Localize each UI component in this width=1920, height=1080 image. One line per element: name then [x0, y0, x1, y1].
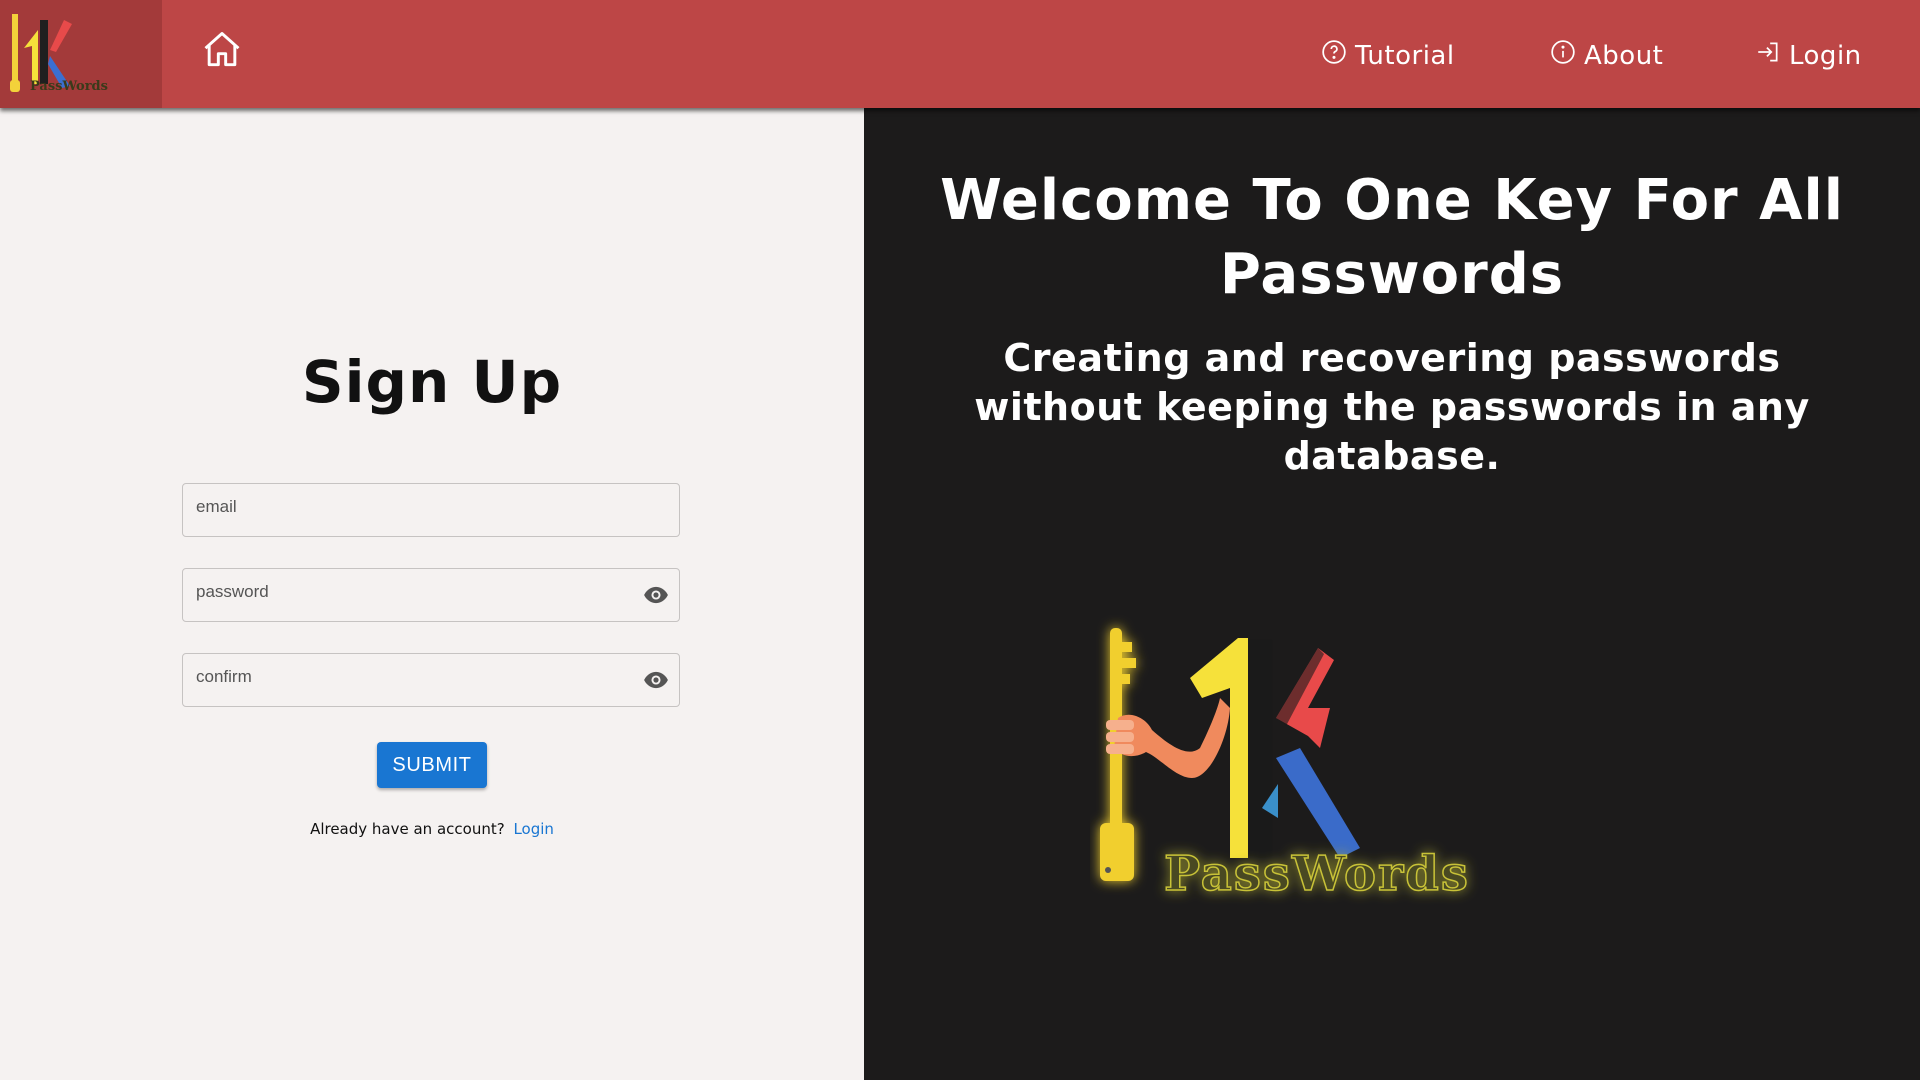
login-prompt: Already have an account? Login	[0, 820, 864, 838]
nav-tutorial-label: Tutorial	[1355, 41, 1455, 71]
login-prompt-text: Already have an account?	[310, 820, 505, 838]
hero-logo-image: PassWords	[1100, 628, 1470, 903]
welcome-panel: Welcome To One Key For All Passwords Cre…	[864, 108, 1920, 1080]
email-input[interactable]	[183, 484, 679, 536]
welcome-subtitle: Creating and recovering passwords withou…	[974, 336, 1810, 478]
logo-text: PassWords	[30, 79, 108, 94]
nav-login-label: Login	[1789, 41, 1862, 71]
nav-tutorial[interactable]: Tutorial	[1321, 36, 1455, 76]
confirm-field[interactable]	[182, 653, 680, 707]
confirm-input[interactable]	[183, 654, 679, 706]
email-field[interactable]	[182, 483, 680, 537]
brand-logo[interactable]: PassWords	[0, 0, 162, 108]
eye-icon[interactable]	[643, 582, 669, 608]
eye-icon[interactable]	[643, 667, 669, 693]
info-circle-icon	[1551, 40, 1575, 64]
help-circle-icon	[1322, 40, 1346, 64]
password-input[interactable]	[183, 569, 679, 621]
home-icon	[204, 32, 240, 67]
login-link[interactable]: Login	[513, 820, 553, 838]
password-field[interactable]	[182, 568, 680, 622]
hero-logo-text: PassWords	[1164, 846, 1470, 902]
signup-title: Sign Up	[301, 348, 563, 416]
nav-about[interactable]: About	[1550, 36, 1663, 76]
nav-about-label: About	[1584, 41, 1664, 71]
welcome-title: Welcome To One Key For All Passwords	[940, 168, 1844, 307]
home-button[interactable]	[200, 28, 252, 76]
login-arrow-icon	[1758, 42, 1778, 62]
submit-button[interactable]: SUBMIT	[377, 742, 487, 788]
top-navbar: PassWords Tutorial About Login	[0, 0, 1920, 108]
signup-panel: Sign Up SUBMIT Already have an account? …	[0, 108, 864, 1080]
logo-icon: PassWords	[10, 14, 108, 94]
nav-login[interactable]: Login	[1755, 36, 1862, 76]
